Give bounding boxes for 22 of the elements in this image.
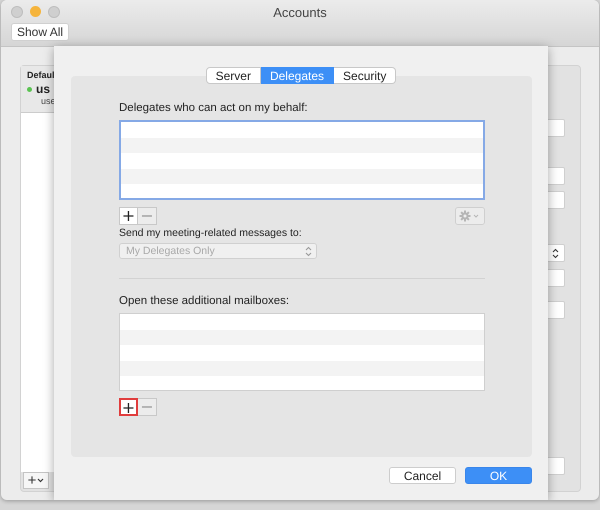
stepper-icon [552,248,558,258]
add-account-button[interactable]: + [23,472,49,489]
delegates-list[interactable] [119,120,485,200]
list-header: Defaul [27,70,56,80]
window-title: Accounts [273,4,327,20]
cancel-button[interactable]: Cancel [389,467,456,484]
tab[interactable]: Server [206,67,261,84]
zoom-button[interactable] [48,6,60,18]
field-label: Send my meeting-related messages to: [119,227,303,239]
section-label: Open these additional mailboxes: [119,295,290,307]
add-button[interactable]: + [119,207,138,225]
gear-icon [459,210,481,222]
close-button[interactable] [11,6,23,18]
minimize-button[interactable] [30,6,41,17]
mailboxes-list[interactable] [119,313,485,391]
section-label: Delegates who can act on my behalf: [119,102,309,114]
tab[interactable]: Security [334,67,396,84]
add-button[interactable]: + [119,398,138,416]
show-all-button[interactable]: Show All [11,23,70,41]
account-name[interactable]: us [36,82,50,96]
chevron-icon [37,478,44,483]
stepper-icon [305,246,312,256]
